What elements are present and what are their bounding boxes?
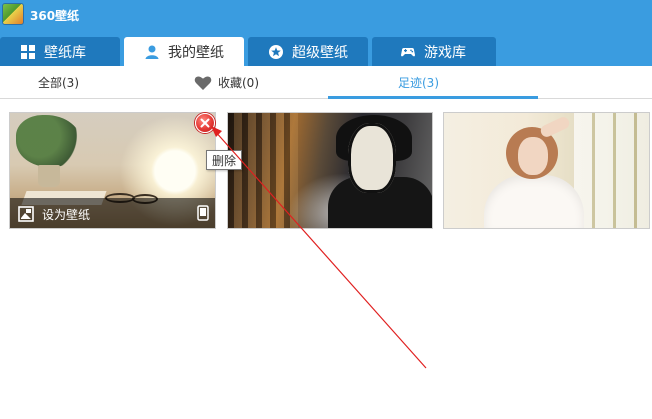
- active-subtab-underline: [328, 96, 538, 99]
- wallpaper-image-detail: [348, 123, 396, 193]
- wallpaper-image-detail: [38, 165, 60, 187]
- wallpaper-image: [16, 115, 82, 167]
- app-title: 360壁纸: [30, 9, 80, 23]
- tab-game-library[interactable]: 游戏库: [372, 37, 496, 66]
- subtab-all[interactable]: 全部(3): [38, 66, 79, 99]
- wallpaper-card[interactable]: [443, 112, 650, 229]
- grid-icon: [20, 44, 36, 60]
- tab-label: 壁纸库: [44, 44, 86, 61]
- tab-label: 超级壁纸: [292, 44, 348, 61]
- wallpaper-image-detail: [518, 137, 548, 175]
- delete-tooltip: 删除: [206, 150, 243, 170]
- heart-icon: [194, 75, 212, 91]
- set-wallpaper-icon: [18, 206, 34, 222]
- tab-label: 我的壁纸: [168, 44, 224, 61]
- star-icon: [268, 44, 284, 60]
- main-tab-bar: 壁纸库 我的壁纸 超级壁纸 游戏库: [0, 36, 652, 66]
- wallpaper-image-detail: [538, 115, 572, 139]
- wallpaper-card[interactable]: [227, 112, 433, 229]
- app-logo-icon: [2, 3, 24, 25]
- tab-super-wallpapers[interactable]: 超级壁纸: [248, 37, 368, 66]
- set-wallpaper-bar[interactable]: 设为壁纸: [10, 198, 215, 228]
- set-wallpaper-label: 设为壁纸: [42, 208, 91, 222]
- sub-tab-bar: 全部(3) 收藏(0) 足迹(3): [0, 66, 652, 99]
- tab-label: 游戏库: [424, 44, 466, 61]
- tab-my-wallpapers[interactable]: 我的壁纸: [124, 37, 244, 66]
- delete-button[interactable]: [195, 113, 215, 133]
- wallpaper-image: [574, 113, 649, 228]
- subtab-favorites[interactable]: 收藏(0): [194, 66, 259, 99]
- user-icon: [144, 44, 160, 60]
- close-icon: [200, 118, 210, 128]
- subtab-label: 收藏(0): [218, 76, 259, 90]
- title-bar: 360壁纸: [0, 0, 652, 36]
- wallpaper-card[interactable]: 设为壁纸: [9, 112, 216, 229]
- gamepad-icon: [400, 44, 416, 60]
- wallpaper-image-detail: [484, 175, 584, 228]
- tab-wallpaper-library[interactable]: 壁纸库: [0, 37, 120, 66]
- phone-icon[interactable]: [197, 205, 209, 221]
- subtab-label: 全部(3): [38, 76, 79, 90]
- subtab-footprints[interactable]: 足迹(3): [398, 66, 439, 99]
- subtab-label: 足迹(3): [398, 76, 439, 90]
